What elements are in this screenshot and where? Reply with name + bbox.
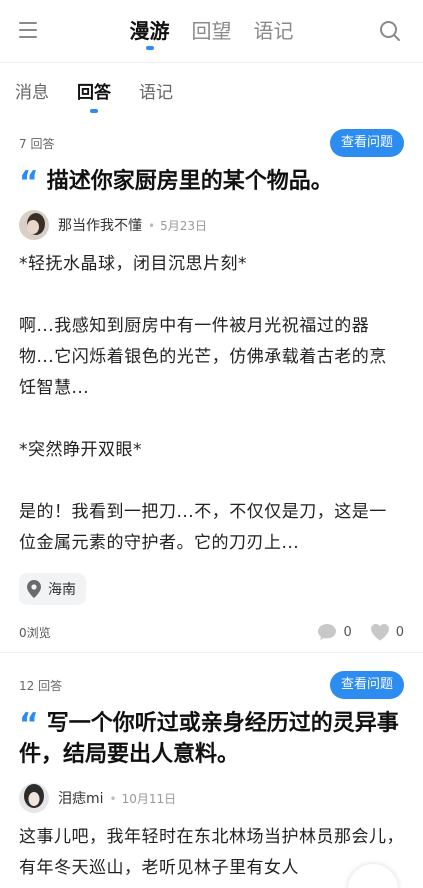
location-tag[interactable]: 海南 (19, 573, 86, 605)
heart-icon (370, 624, 389, 641)
body-line: *突然睁开双眼* (19, 440, 142, 460)
answer-card[interactable]: 12 回答 查看问题 “写一个你听过或亲身经历过的灵异事件，结局要出人意料。 泪… (0, 670, 423, 884)
post-date: 10月11日 (110, 790, 177, 807)
author-row[interactable]: 那当作我不懂 5月23日 (19, 209, 404, 241)
view-count: 0浏览 (19, 625, 51, 640)
card-divider (0, 652, 423, 660)
subtab-messages[interactable]: 消息 (15, 78, 49, 103)
quote-icon: “ (19, 165, 39, 200)
body-line: 这事儿吧，我年轻时在东北林场当护林员那会儿，有年冬天巡山，老听见林子里有女人 (19, 827, 404, 878)
body-line: 是的！我看到一把刀...不，不仅仅是刀，这是一位金属元素的守护者。它的刀刃上..… (19, 502, 387, 553)
header-divider (0, 62, 423, 63)
top-bar: 漫游 回望 语记 (0, 0, 423, 62)
main-tabs: 漫游 回望 语记 (130, 15, 294, 50)
question-title-text: 写一个你听过或亲身经历过的灵异事件，结局要出人意料。 (19, 711, 399, 767)
location-pin-icon (27, 580, 41, 598)
answer-count: 12 回答 (19, 678, 63, 693)
sub-tabs: 消息 回答 语记 (15, 72, 173, 113)
location-text: 海南 (48, 582, 76, 598)
stats-row: 0浏览 0 0 (19, 619, 404, 645)
quote-icon: “ (19, 707, 39, 742)
answer-body[interactable]: *轻抚水晶球，闭目沉思片刻* 啊...我感知到厨房中有一件被月光祝福过的器物..… (19, 249, 404, 559)
tab-review[interactable]: 回望 (192, 15, 232, 44)
search-icon[interactable] (379, 20, 401, 42)
question-title-text: 描述你家厨房里的某个物品。 (46, 169, 333, 194)
answer-count: 7 回答 (19, 136, 55, 151)
view-question-button[interactable]: 查看问题 (329, 129, 404, 157)
author-row[interactable]: 泪痣mi 10月11日 (19, 782, 404, 814)
subtab-notes[interactable]: 语记 (139, 78, 173, 103)
body-line: 啊...我感知到厨房中有一件被月光祝福过的器物...它闪烁着银色的光芒，仿佛承载… (19, 316, 387, 398)
menu-icon[interactable] (19, 22, 37, 38)
answer-card[interactable]: 7 回答 查看问题 “ 描述你家厨房里的某个物品。 那当作我不懂 5月23日 *轻… (0, 128, 423, 645)
comment-button[interactable]: 0 (317, 623, 352, 641)
like-button[interactable]: 0 (370, 623, 404, 641)
author-name: 泪痣mi (58, 791, 104, 807)
body-line: *轻抚水晶球，闭目沉思片刻* (19, 254, 247, 274)
author-name: 那当作我不懂 (58, 218, 142, 234)
comment-count: 0 (343, 624, 352, 640)
tab-roam[interactable]: 漫游 (130, 15, 170, 50)
like-count: 0 (395, 624, 404, 640)
avatar[interactable] (19, 210, 49, 240)
answer-body[interactable]: 这事儿吧，我年轻时在东北林场当护林员那会儿，有年冬天巡山，老听见林子里有女人 (19, 822, 404, 884)
question-title[interactable]: “写一个你听过或亲身经历过的灵异事件，结局要出人意料。 (19, 708, 404, 770)
avatar[interactable] (19, 783, 49, 813)
comment-icon (318, 624, 337, 640)
subtab-answers[interactable]: 回答 (77, 78, 111, 113)
view-question-button[interactable]: 查看问题 (329, 671, 404, 699)
tab-notes[interactable]: 语记 (254, 15, 294, 44)
post-date: 5月23日 (148, 217, 207, 234)
question-title[interactable]: “ 描述你家厨房里的某个物品。 (19, 165, 404, 200)
